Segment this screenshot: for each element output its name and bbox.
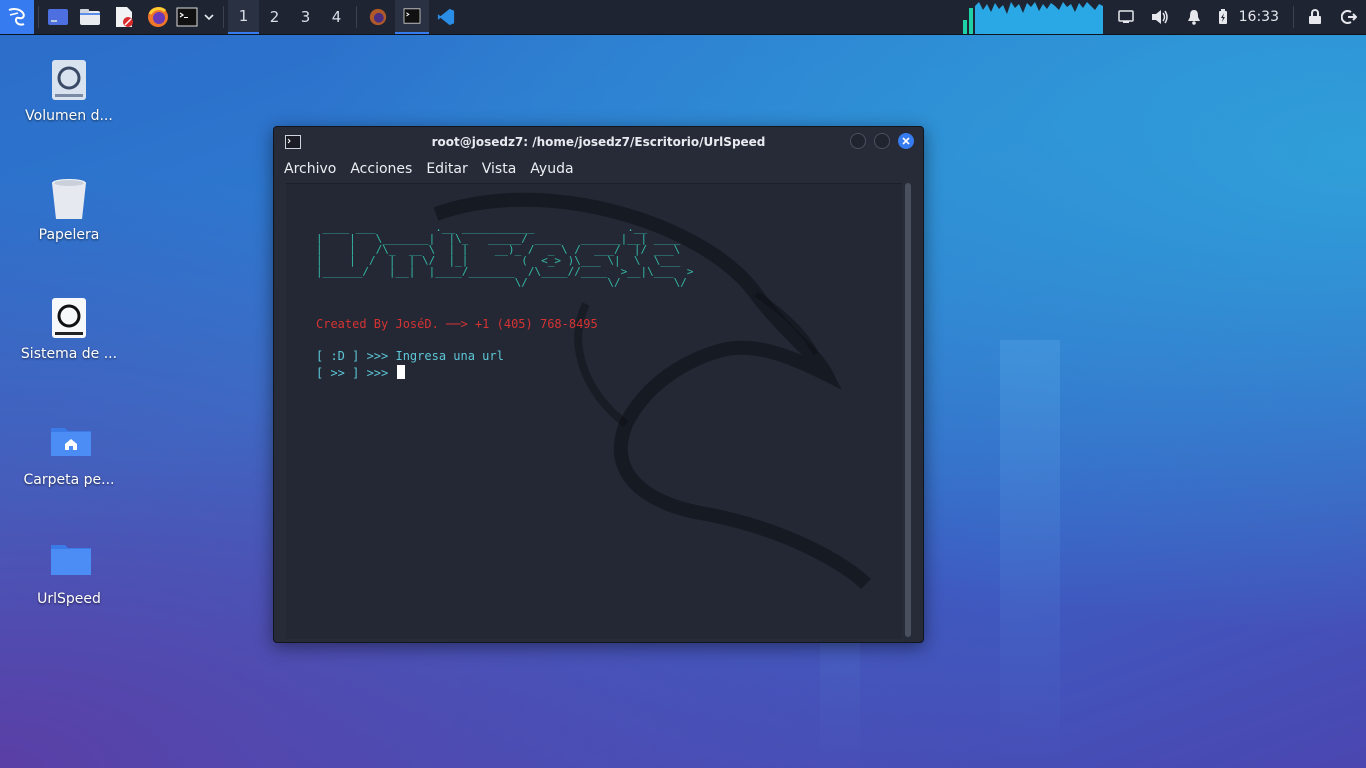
close-icon [902,137,910,145]
taskbar-window-terminal[interactable] [395,0,429,34]
bell-icon [1187,10,1200,25]
desktop-icon-label: Carpeta pe... [23,472,115,488]
folder-icon [49,541,91,577]
terminal-icon [176,7,198,27]
network-icon [1117,10,1134,23]
menu-editar[interactable]: Editar [426,161,467,177]
desktop-icon-label: UrlSpeed [37,591,101,607]
kali-menu-icon [8,8,25,26]
minimize-button[interactable] [850,133,866,149]
desktop-icon-label: Volumen d... [25,108,113,124]
desktop-icon-label: Sistema de ... [20,346,118,362]
firefox-icon [369,8,387,26]
ascii-banner: ____ ___ .__ ___________ .__ | | \______… [316,221,694,289]
desktop-icon-urlspeed[interactable]: UrlSpeed [14,541,124,607]
terminal-launcher[interactable] [175,0,199,34]
logout-button[interactable] [1332,0,1366,34]
volume-icon [1151,10,1168,24]
file-manager-icon [80,9,100,25]
workspace-1[interactable]: 1 [228,0,259,34]
desktop-icon-filesystem[interactable]: Sistema de ... [14,296,124,362]
workspace-4[interactable]: 4 [321,0,352,34]
desktop-icon-volume[interactable]: Volumen d... [14,58,124,124]
notifications-button[interactable] [1177,0,1211,34]
firefox-launcher[interactable] [141,0,175,34]
network-button[interactable] [1109,0,1143,34]
credit-line: Created By JoséD. ──> +1 (405) 768-8495 [316,317,598,331]
desktop-icon-home-folder[interactable]: Carpeta pe... [14,422,124,488]
drive-icon [49,58,89,102]
scrollbar[interactable] [905,183,911,637]
file-manager-launcher[interactable] [73,0,107,34]
battery-button[interactable] [1211,0,1235,34]
battery-icon [1218,9,1227,24]
terminal-window[interactable]: root@josedz7: /home/josedz7/Escritorio/U… [273,126,924,643]
close-button[interactable] [898,133,914,149]
terminal-output[interactable]: ____ ___ .__ ___________ .__ | | \______… [286,183,902,639]
filesystem-icon [49,296,89,340]
vscode-icon [437,8,455,26]
chevron-down-icon [204,14,214,21]
desktop-icon-label: Papelera [38,227,100,243]
taskbar-window-vscode[interactable] [429,0,463,34]
show-desktop-button[interactable] [43,0,73,34]
kali-menu-button[interactable] [0,0,34,34]
menu-vista[interactable]: Vista [482,161,517,177]
text-editor-launcher[interactable] [107,0,141,34]
terminal-icon [403,8,421,24]
prompt-line-2[interactable]: [ >> ] >>> [316,365,406,380]
workspace-3[interactable]: 3 [290,0,321,34]
lock-icon [1309,9,1321,24]
terminal-launcher-dropdown[interactable] [199,0,219,34]
window-title: root@josedz7: /home/josedz7/Escritorio/U… [431,135,766,149]
logout-icon [1341,10,1357,24]
text-editor-icon [116,7,133,27]
desktop-icon-trash[interactable]: Papelera [14,177,124,243]
firefox-icon [148,7,168,27]
window-titlebar[interactable]: root@josedz7: /home/josedz7/Escritorio/U… [274,127,923,157]
clock[interactable]: 16:33 [1239,9,1279,25]
home-folder-icon [49,422,91,458]
trash-icon [49,177,89,221]
volume-button[interactable] [1143,0,1177,34]
taskbar: 1 2 3 4 16:33 [0,0,1366,35]
prompt-text: [ >> ] >>> [316,366,396,380]
prompt-line-1: [ :D ] >>> Ingresa una url [316,349,504,363]
menubar: Archivo Acciones Editar Vista Ayuda [274,157,923,181]
text-cursor [397,365,406,379]
taskbar-window-firefox[interactable] [361,0,395,34]
maximize-button[interactable] [874,133,890,149]
workspace-2[interactable]: 2 [259,0,290,34]
wallpaper-beam [1000,340,1060,768]
taskbar-separator [38,6,39,28]
menu-acciones[interactable]: Acciones [350,161,412,177]
lock-screen-button[interactable] [1298,0,1332,34]
taskbar-separator [223,6,224,28]
system-tray: 16:33 [962,0,1366,34]
taskbar-separator [356,6,357,28]
menu-archivo[interactable]: Archivo [284,161,336,177]
desktop-icon [48,9,68,25]
menu-ayuda[interactable]: Ayuda [530,161,573,177]
cpu-graph[interactable] [962,0,1103,34]
taskbar-separator [1293,6,1294,28]
